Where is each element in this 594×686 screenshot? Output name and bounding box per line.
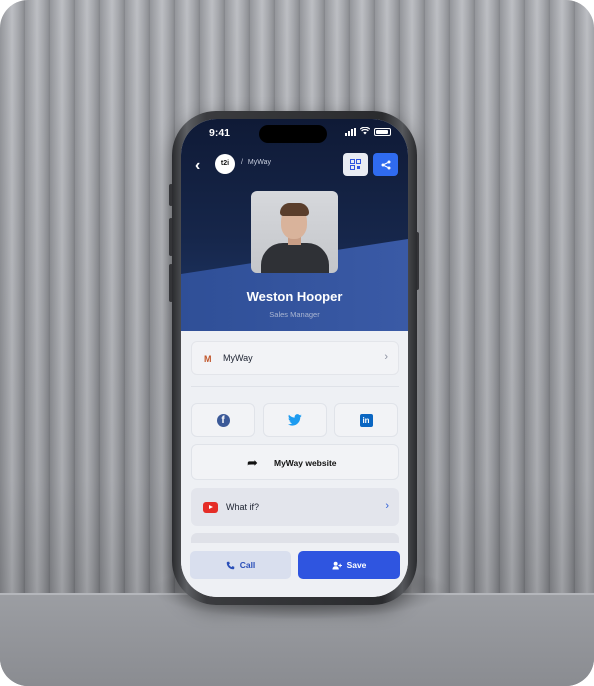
share-arrow-icon: ➦ — [247, 455, 258, 470]
chevron-right-icon: › — [385, 500, 389, 512]
linkedin-icon: in — [359, 413, 373, 427]
twitter-icon — [288, 414, 302, 426]
brand-logo[interactable]: t2i — [215, 154, 235, 174]
share-icon — [381, 160, 390, 169]
divider — [191, 386, 399, 387]
website-button[interactable]: ➦ MyWay website — [191, 444, 399, 480]
share-button[interactable] — [373, 153, 398, 176]
qr-code-icon — [350, 159, 361, 170]
avatar-body — [261, 243, 329, 273]
youtube-icon — [203, 502, 218, 513]
add-contact-icon — [332, 561, 342, 570]
facebook-icon: f — [216, 413, 230, 427]
avatar-hair — [280, 203, 309, 216]
profile-role: Sales Manager — [269, 310, 320, 319]
link-myway[interactable]: M MyWay › — [191, 341, 399, 375]
wifi-icon — [359, 126, 371, 137]
call-button-label: Call — [239, 560, 256, 570]
save-contact-button[interactable]: Save — [298, 551, 400, 579]
status-icons — [345, 126, 391, 137]
background-scene: 9:41 ‹ t2i / MyWay Weston Hooper Sales M… — [0, 0, 594, 686]
breadcrumb-separator: / — [241, 159, 243, 166]
phone-screen: 9:41 ‹ t2i / MyWay Weston Hooper Sales M… — [181, 119, 408, 597]
website-button-label: MyWay website — [274, 458, 337, 468]
breadcrumb: / MyWay — [238, 159, 271, 166]
linkedin-button[interactable]: in — [334, 403, 398, 437]
phone-icon — [226, 561, 234, 569]
link-video[interactable]: What if? › — [191, 488, 399, 526]
link-myway-label: MyWay — [223, 353, 253, 363]
battery-icon — [374, 128, 391, 136]
myway-logo-icon: M — [204, 354, 212, 364]
breadcrumb-page[interactable]: MyWay — [248, 159, 271, 166]
qr-code-button[interactable] — [343, 153, 368, 176]
avatar — [251, 191, 338, 273]
status-time: 9:41 — [209, 127, 231, 139]
twitter-button[interactable] — [263, 403, 327, 437]
back-chevron-icon[interactable]: ‹ — [195, 157, 200, 175]
chevron-right-icon: › — [384, 351, 388, 363]
call-button[interactable]: Call — [190, 551, 291, 579]
facebook-button[interactable]: f — [191, 403, 255, 437]
profile-name: Weston Hooper — [246, 289, 343, 304]
signal-icon — [345, 128, 356, 136]
dynamic-island — [259, 125, 327, 143]
link-video-label: What if? — [226, 502, 260, 512]
save-button-label: Save — [346, 560, 367, 570]
